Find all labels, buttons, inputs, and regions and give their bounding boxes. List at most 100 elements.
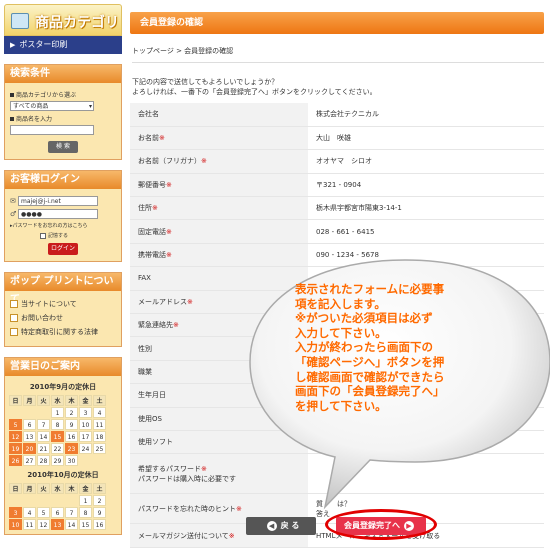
arrow-right-icon: ▶: [10, 41, 16, 49]
calendar-day: 1: [51, 407, 64, 418]
calendar-day: 7: [37, 419, 50, 430]
calendar-day: 5: [37, 507, 50, 518]
category-item-poster[interactable]: ▶ ポスター印刷: [4, 36, 122, 54]
calendar-day: 28: [37, 455, 50, 466]
calendar-day: [9, 407, 22, 418]
login-box: お客様ログイン ✉ majej@j-i.net ♂ ●●●● ▸ パスワードをお忘れの…: [4, 170, 122, 262]
calendar-day: 4: [23, 507, 36, 518]
calendar-day: 15: [79, 519, 92, 530]
dropdown-icon: ▾: [88, 103, 92, 110]
calendar-day: [51, 495, 64, 506]
row-label: 固定電話※: [130, 219, 308, 244]
about-box-title: ポップ プリントについて: [5, 273, 121, 305]
calendar-month2: 日月火水木金土 1 2 3 4 5 6 7 8 9 10 11 12 13 14 15 16: [9, 483, 119, 530]
calendar-day-header: 土: [93, 395, 106, 406]
chevron-left-icon: ◀: [266, 520, 277, 531]
calendar-day: 3: [9, 507, 22, 518]
calendar-day: 18: [93, 431, 106, 442]
calendar-month1-title: 2010年9月の定休日: [29, 383, 97, 391]
calendar-day: 10: [79, 419, 92, 430]
login-password-input[interactable]: ●●●●: [18, 209, 98, 219]
calendar-day: 27: [23, 455, 36, 466]
callout-line: 表示されたフォームに必要事: [295, 282, 445, 296]
table-row: 住所※ 栃木県宇都宮市陽東3-14-1: [130, 196, 544, 221]
about-box: ポップ プリントについて 当サイトについて お問い合わせ 特定商取引に関する法律: [4, 272, 122, 347]
table-row: お名前※ 大山 咲雄: [130, 126, 544, 151]
calendar-day: [37, 495, 50, 506]
calendar-day: 16: [65, 431, 78, 442]
table-row: 会社名 株式会社テクニカル: [130, 103, 544, 127]
link-about[interactable]: 当サイトについて: [10, 299, 116, 309]
calendar-day: 14: [65, 519, 78, 530]
remember-label: 記憶する: [48, 233, 69, 239]
row-label: お名前（フリガナ）※: [130, 149, 308, 174]
calendar-day: 19: [9, 443, 22, 454]
calendar-day: 8: [51, 419, 64, 430]
calendar-day: 21: [37, 443, 50, 454]
calendar-day: [93, 455, 106, 466]
table-row: 固定電話※ 028 - 661 - 6415: [130, 219, 544, 244]
callout-line: 入力が終わったら画面下の: [295, 340, 433, 355]
row-label: お名前※: [130, 126, 308, 151]
forgot-password-link[interactable]: ▸ パスワードをお忘れの方はこちら: [10, 222, 116, 230]
calendar-day: 22: [51, 443, 64, 454]
page-title: 会員登録の確認: [130, 12, 544, 34]
calendar-month1: 日月火水木金土 1 2 3 4 5 6 7 8 9 10 11 12 13 14 15 16 17 18 19 20 21…: [9, 395, 119, 466]
callout-line: 項を記入します。: [295, 296, 386, 311]
calendar-day: 26: [9, 455, 22, 466]
calendar-day-header: 金: [79, 395, 92, 406]
link-law[interactable]: 特定商取引に関する法律: [10, 327, 116, 337]
category-select[interactable]: すべての商品 ▾: [10, 101, 94, 111]
table-row: 郵便番号※ 〒321 - 0904: [130, 173, 544, 198]
key-icon: ♂: [10, 210, 17, 218]
row-label: 会社名: [130, 103, 308, 127]
calendar-day: 16: [93, 519, 106, 530]
product-name-input[interactable]: [10, 125, 94, 135]
remember-checkbox[interactable]: [40, 232, 46, 239]
calendar-day-header: 日: [9, 483, 22, 494]
search-button[interactable]: 検 索: [48, 141, 78, 153]
link-contact[interactable]: お問い合わせ: [10, 313, 116, 323]
product-name-label: 商品名を入力: [10, 114, 116, 123]
calendar-day-header: 木: [65, 395, 78, 406]
calendar-box: 営業日のご案内 2010年9月の定休日 日月火水木金土 1 2 3 4 5 6 7 8 9 10 11…: [4, 357, 122, 535]
callout-line: 入力して下さい。: [295, 325, 387, 340]
row-value: 028 - 661 - 6415: [308, 219, 544, 244]
calendar-day: 5: [9, 419, 22, 430]
calendar-day: [65, 495, 78, 506]
calendar-day-header: 月: [23, 395, 36, 406]
calendar-day-header: 月: [23, 483, 36, 494]
search-box-title: 検索条件: [5, 65, 121, 83]
calendar-box-title: 営業日のご案内: [5, 358, 121, 376]
calendar-day: 13: [23, 431, 36, 442]
mail-icon: ✉: [10, 197, 16, 205]
login-box-title: お客様ログイン: [5, 171, 121, 189]
calendar-day-header: 土: [93, 483, 106, 494]
calendar-day: 17: [79, 431, 92, 442]
calendar-day: 11: [23, 519, 36, 530]
row-label: 住所※: [130, 196, 308, 221]
category-header: 商品カテゴリ: [4, 4, 122, 36]
calendar-day: 9: [65, 419, 78, 430]
login-button[interactable]: ログイン: [48, 243, 78, 255]
page-icon: [10, 328, 18, 336]
search-box: 検索条件 商品カテゴリから選ぶ すべての商品 ▾ 商品名を入力 検 索: [4, 64, 122, 160]
calendar-day-header: 金: [79, 483, 92, 494]
login-email-input[interactable]: majej@j-i.net: [18, 196, 98, 206]
calendar-day-header: 木: [65, 483, 78, 494]
calendar-day: 12: [37, 519, 50, 530]
calendar-month2-title: 2010年10月の定休日: [27, 471, 99, 479]
calendar-day: 24: [79, 443, 92, 454]
sidebar: 商品カテゴリ ▶ ポスター印刷 検索条件 商品カテゴリから選ぶ すべての商品 ▾ 商…: [4, 4, 122, 535]
calendar-day-header: 水: [51, 483, 64, 494]
calendar-day: 9: [93, 507, 106, 518]
category-icon: [11, 13, 29, 29]
calendar-day: [23, 407, 36, 418]
calendar-day: 29: [51, 455, 64, 466]
calendar-day: 20: [23, 443, 36, 454]
calendar-day: [79, 455, 92, 466]
callout-text: 表示されたフォームに必要事 項を記入します。 ※がついた必須項目は必ず 入力して下さい…: [295, 282, 515, 413]
row-value: オオヤマ シロオ: [308, 149, 544, 174]
calendar-day-header: 火: [37, 483, 50, 494]
back-button[interactable]: ◀ 戻 る: [246, 517, 316, 535]
